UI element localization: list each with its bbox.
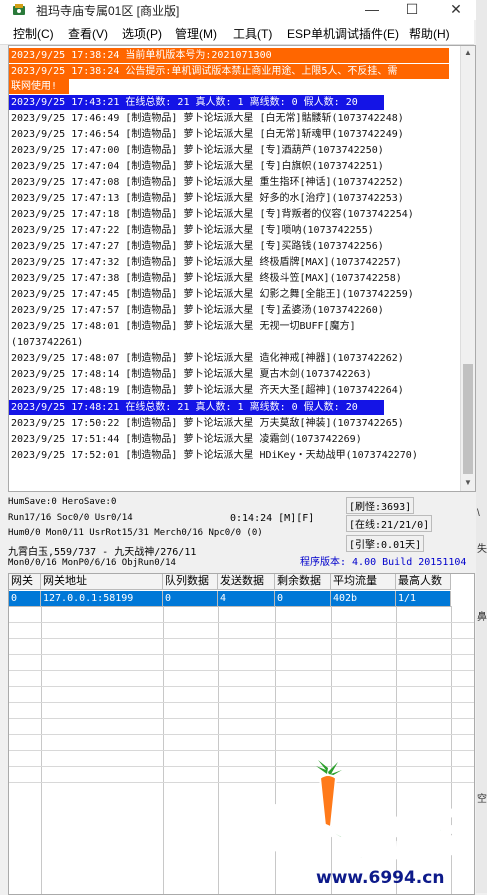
status-hum: Hum0/0 Mon0/11 UsrRot15/31 Merch0/16 Npc… (8, 528, 263, 538)
log-line: 2023/9/25 17:47:57 [制造物品] 萝卜论坛派大星 [专]孟婆汤… (11, 305, 384, 316)
refresh-counter: [刷怪:3693] (346, 497, 415, 514)
grid-line (9, 638, 474, 639)
menu-esp-plugin[interactable]: ESP单机调试插件(E) (287, 25, 399, 42)
cell-max-users: 1/1 (396, 591, 451, 607)
col-avg-traffic[interactable]: 平均流量 (331, 574, 396, 590)
cell-avg-traffic: 402b (331, 591, 396, 607)
grid-line (9, 734, 474, 735)
grid-line (9, 718, 474, 719)
col-gate-address[interactable]: 网关地址 (41, 574, 163, 590)
grid-line (9, 622, 474, 623)
table-row[interactable]: 0 127.0.0.1:58199 0 4 0 402b 1/1 (9, 591, 474, 607)
menu-manage[interactable]: 管理(M) (175, 25, 217, 42)
menu-control[interactable]: 控制(C) (13, 25, 54, 42)
watermark-url: www.6994.cn (316, 868, 445, 888)
grid-line (9, 654, 474, 655)
cell-queue: 0 (163, 591, 218, 607)
log-line: 2023/9/25 17:47:04 [制造物品] 萝卜论坛派大星 [专]白旗帜… (11, 161, 384, 172)
status-map: 九霄白玉,559/737 - 九天战神/276/11 (8, 547, 197, 558)
log-line: 2023/9/25 17:47:22 [制造物品] 萝卜论坛派大星 [专]唢呐(… (11, 225, 374, 236)
grid-line (9, 670, 474, 671)
log-line: 2023/9/25 17:47:00 [制造物品] 萝卜论坛派大星 [专]酒葫芦… (11, 145, 384, 156)
log-pane[interactable]: 2023/9/25 17:38:24 当前单机版本号为:2021071300 2… (8, 45, 476, 492)
status-run: Run17/16 Soc0/0 Usr0/14 (8, 513, 133, 523)
status-timer: 0:14:24 [M][F] (230, 513, 315, 524)
close-button[interactable]: ✕ (436, 0, 476, 20)
grid-line (9, 702, 474, 703)
log-line: (1073742261) (11, 337, 84, 348)
cell-gate: 0 (9, 591, 41, 607)
log-line: 2023/9/25 17:47:27 [制造物品] 萝卜论坛派大星 [专]买路钱… (11, 241, 384, 252)
grid-line (9, 686, 474, 687)
log-line: 2023/9/25 17:47:32 [制造物品] 萝卜论坛派大星 终极盾牌[M… (11, 257, 402, 268)
log-scrollbar[interactable]: ▲ ▼ (460, 46, 475, 491)
online-counter: [在线:21/21/0] (346, 515, 433, 532)
menu-options[interactable]: 选项(P) (122, 25, 162, 42)
log-line: 2023/9/25 17:48:07 [制造物品] 萝卜论坛派大星 造化神戒[神… (11, 353, 404, 364)
log-line: 2023/9/25 17:48:14 [制造物品] 萝卜论坛派大星 夏古木剑(1… (11, 369, 372, 380)
status-mon: Mon0/0/16 MonP0/6/16 ObjRun0/14 (8, 558, 176, 568)
watermark-logo: 萝卜论坛 www.6994.cn (228, 760, 478, 890)
scroll-down-icon[interactable]: ▼ (461, 476, 475, 490)
scroll-up-icon[interactable]: ▲ (461, 46, 475, 60)
col-queue[interactable]: 队列数据 (163, 574, 218, 590)
edge-glyph: 失 (477, 544, 487, 555)
log-line: 2023/9/25 17:46:54 [制造物品] 萝卜论坛派大星 [白无常]斩… (11, 129, 404, 140)
scroll-thumb[interactable] (463, 364, 473, 474)
log-line: 2023/9/25 17:48:21 在线总数: 21 真人数: 1 离线数: … (9, 400, 384, 415)
log-line: 2023/9/25 17:48:01 [制造物品] 萝卜论坛派大星 无视一切BU… (11, 321, 356, 332)
menu-bar: 控制(C) 查看(V) 选项(P) 管理(M) 工具(T) ESP单机调试插件(… (0, 20, 474, 45)
engine-uptime: [引擎:0.01天] (346, 535, 425, 552)
menu-help[interactable]: 帮助(H) (409, 25, 450, 42)
col-max-users[interactable]: 最高人数 (396, 574, 451, 590)
col-sent[interactable]: 发送数据 (218, 574, 275, 590)
cell-sent: 4 (218, 591, 275, 607)
window-title: 祖玛寺庙专属01区 [商业版] (36, 4, 180, 18)
cell-address: 127.0.0.1:58199 (41, 591, 163, 607)
log-line: 2023/9/25 17:47:08 [制造物品] 萝卜论坛派大星 重生指环[神… (11, 177, 404, 188)
grid-line (9, 750, 474, 751)
log-line: 联网使用! (9, 79, 69, 94)
minimize-button[interactable]: — (352, 0, 392, 20)
log-line: 2023/9/25 17:43:21 在线总数: 21 真人数: 1 离线数: … (9, 95, 384, 110)
log-line: 2023/9/25 17:38:24 当前单机版本号为:2021071300 (9, 48, 449, 63)
col-gate[interactable]: 网关 (9, 574, 41, 590)
log-line: 2023/9/25 17:47:45 [制造物品] 萝卜论坛派大星 幻影之舞[全… (11, 289, 414, 300)
cell-remaining: 0 (275, 591, 331, 607)
status-panel: HumSave:0 HeroSave:0 Run17/16 Soc0/0 Usr… (8, 493, 475, 569)
col-remaining[interactable]: 剩余数据 (275, 574, 331, 590)
log-line: 2023/9/25 17:52:01 [制造物品] 萝卜论坛派大星 HDiKey… (11, 450, 418, 461)
log-line: 2023/9/25 17:47:18 [制造物品] 萝卜论坛派大星 [专]背叛者… (11, 209, 414, 220)
edge-glyph: 鼻 (477, 612, 487, 623)
edge-glyph: \ (477, 508, 480, 519)
edge-glyph: 空 (477, 794, 487, 805)
menu-view[interactable]: 查看(V) (68, 25, 108, 42)
maximize-button[interactable]: ☐ (392, 0, 432, 20)
menu-tools[interactable]: 工具(T) (233, 25, 272, 42)
gate-table-header: 网关 网关地址 队列数据 发送数据 剩余数据 平均流量 最高人数 (9, 574, 474, 590)
log-line: 2023/9/25 17:51:44 [制造物品] 萝卜论坛派大星 凌霜剑(10… (11, 434, 362, 445)
title-bar: 祖玛寺庙专属01区 [商业版] — ☐ ✕ (0, 0, 487, 20)
log-line: 2023/9/25 17:46:49 [制造物品] 萝卜论坛派大星 [白无常]骷… (11, 113, 404, 124)
status-save: HumSave:0 HeroSave:0 (8, 497, 117, 507)
program-version: 程序版本: 4.00 Build 20151104 (300, 557, 467, 568)
log-line: 2023/9/25 17:47:38 [制造物品] 萝卜论坛派大星 终极斗笠[M… (11, 273, 402, 284)
app-icon (13, 4, 25, 15)
log-line: 2023/9/25 17:38:24 公告提示:单机调试版本禁止商业用途、上限5… (9, 64, 449, 79)
log-line: 2023/9/25 17:48:19 [制造物品] 萝卜论坛派大星 齐天大圣[超… (11, 385, 404, 396)
watermark-brand: 萝卜论坛 (237, 802, 464, 870)
log-line: 2023/9/25 17:47:13 [制造物品] 萝卜论坛派大星 好多的水[治… (11, 193, 404, 204)
log-line: 2023/9/25 17:50:22 [制造物品] 萝卜论坛派大星 万夫莫敌[神… (11, 418, 404, 429)
